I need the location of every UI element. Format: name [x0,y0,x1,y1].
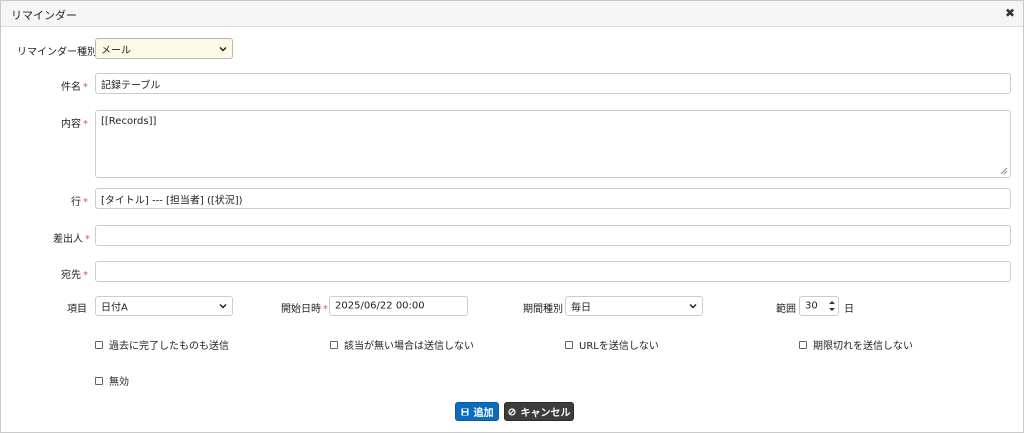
required-mark: * [85,234,90,245]
item-label: 項目 [67,304,87,315]
range-unit: 日 [844,304,854,315]
period-select[interactable]: 毎日 [565,296,703,316]
checkbox-label: URLを送信しない [579,341,659,352]
to-field[interactable] [95,261,1011,282]
checkbox-include-completed[interactable]: 過去に完了したものも送信 [95,337,229,352]
add-button-label: 追加 [473,408,494,419]
sender-label: 差出人 * [53,234,90,245]
save-icon [461,408,468,415]
chevron-down-icon [689,303,697,309]
checkbox-skip-if-none[interactable]: 該当が無い場合は送信しない [330,337,474,352]
item-select[interactable]: 日付A [95,296,233,316]
add-button[interactable]: 追加 [455,402,499,421]
ban-icon [507,407,516,416]
checkbox-box[interactable] [565,340,573,349]
checkbox-no-url[interactable]: URLを送信しない [565,337,659,352]
range-label: 範囲 [776,304,796,315]
checkbox-box[interactable] [799,340,807,349]
item-value: 日付A [101,302,128,314]
required-mark: * [83,270,88,281]
subject-field[interactable]: 記録テーブル [95,73,1011,94]
body-textarea[interactable]: [[Records]] [95,110,1011,178]
checkbox-label: 該当が無い場合は送信しない [344,341,474,352]
checkbox-disabled[interactable]: 無効 [95,373,129,388]
start-label: 開始日時 * [281,304,328,315]
required-mark: * [83,197,88,208]
body-value: [[Records]] [101,116,157,127]
line-field[interactable]: [タイトル] --- [担当者] ([状況]) [95,188,1011,209]
chevron-down-icon [219,303,227,309]
range-stepper[interactable]: 30 [799,296,839,316]
body-label: 内容 * [61,119,88,130]
required-mark: * [83,119,88,130]
reminder-type-value: メール [101,45,131,56]
resize-grip-icon[interactable] [1000,167,1008,175]
to-label: 宛先 * [61,270,88,281]
subject-label: 件名 * [61,82,88,93]
cancel-button-label: キャンセル [520,408,571,419]
start-value: 2025/06/22 00:00 [335,300,425,312]
checkbox-label: 過去に完了したものも送信 [109,341,229,352]
checkbox-box[interactable] [95,340,103,349]
required-mark: * [83,82,88,93]
checkbox-box[interactable] [330,340,338,349]
subject-value: 記録テーブル [101,80,161,91]
dialog-titlebar: リマインダー ✖ [1,1,1023,27]
reminder-dialog: リマインダー ✖ リマインダー種別 メール 件名 * 記録テーブル 内容 * [[R… [0,0,1024,433]
line-value: [タイトル] --- [担当者] ([状況]) [101,195,243,206]
range-value: 30 [805,300,818,312]
period-value: 毎日 [571,302,591,314]
checkbox-no-overdue[interactable]: 期限切れを送信しない [799,337,913,352]
cancel-button[interactable]: キャンセル [504,402,574,421]
checkbox-label: 無効 [109,377,129,388]
checkbox-label: 期限切れを送信しない [813,341,913,352]
period-label: 期間種別 [523,304,563,315]
chevron-down-icon [219,46,227,52]
sender-field[interactable] [95,225,1011,246]
close-icon[interactable]: ✖ [1005,6,1015,20]
line-label: 行 * [71,197,88,208]
dialog-title: リマインダー [11,9,77,22]
start-datetime-field[interactable]: 2025/06/22 00:00 [329,296,468,316]
required-mark: * [323,304,328,315]
checkbox-box[interactable] [95,376,103,385]
stepper-arrows-icon[interactable] [827,298,837,314]
reminder-type-select[interactable]: メール [95,38,233,59]
reminder-type-label: リマインダー種別 [17,47,97,58]
